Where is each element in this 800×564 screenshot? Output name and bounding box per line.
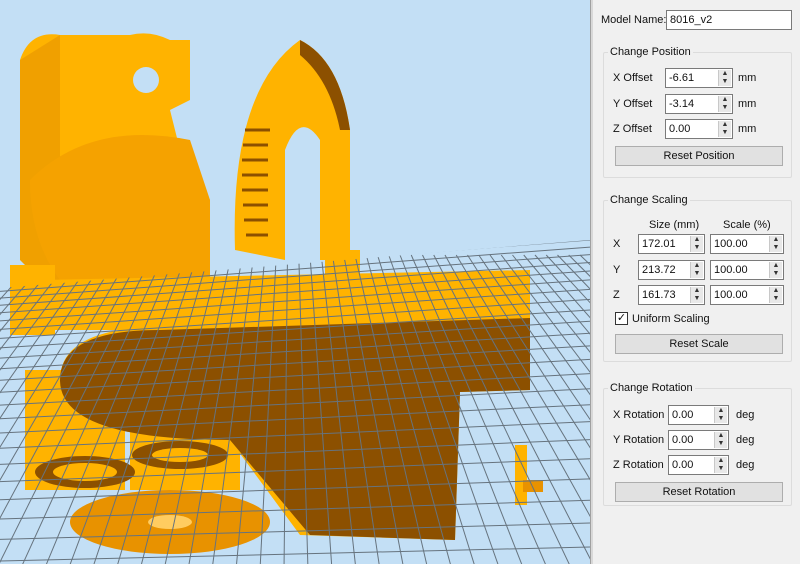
- size-input[interactable]: 172.01 ▲ ▼: [638, 234, 705, 254]
- unit-label: mm: [738, 123, 757, 135]
- change-position-title: Change Position: [608, 46, 693, 58]
- scale-value: 100.00: [714, 238, 748, 250]
- spinner-arrows-icon[interactable]: ▲ ▼: [714, 407, 727, 423]
- position-input[interactable]: 0.00 ▲ ▼: [665, 119, 733, 139]
- spinner-arrows-icon[interactable]: ▲ ▼: [718, 96, 731, 112]
- size-value: 161.73: [642, 289, 676, 301]
- position-label: X Offset: [613, 72, 653, 84]
- grid-line: [568, 254, 590, 564]
- unit-label: deg: [736, 409, 755, 421]
- rotation-input[interactable]: 0.00 ▲ ▼: [668, 430, 729, 450]
- position-label: Z Offset: [613, 123, 652, 135]
- spinner-arrows-icon[interactable]: ▲ ▼: [769, 262, 782, 278]
- spinner-arrows-icon[interactable]: ▲ ▼: [718, 121, 731, 137]
- spinner-arrows-icon[interactable]: ▲ ▼: [718, 70, 731, 86]
- reset-scale-button[interactable]: Reset Scale: [615, 334, 783, 354]
- uniform-scaling-checkbox[interactable]: ✓: [615, 312, 628, 325]
- axis-label: Y: [613, 264, 621, 276]
- axis-label: X: [613, 238, 621, 250]
- unit-label: deg: [736, 459, 755, 471]
- size-input[interactable]: 213.72 ▲ ▼: [638, 260, 705, 280]
- spinner-arrows-icon[interactable]: ▲ ▼: [714, 457, 727, 473]
- scale-input[interactable]: 100.00 ▲ ▼: [710, 260, 784, 280]
- spinner-arrows-icon[interactable]: ▲ ▼: [690, 262, 703, 278]
- model-scene: [0, 33, 590, 564]
- change-scaling-title: Change Scaling: [608, 194, 690, 206]
- reset-rotation-button[interactable]: Reset Rotation: [615, 482, 783, 502]
- uniform-scaling-label: Uniform Scaling: [632, 313, 710, 325]
- mount-hole: [133, 67, 159, 93]
- rotation-value: 0.00: [672, 409, 694, 421]
- position-value: 0.00: [669, 123, 691, 135]
- size-input[interactable]: 161.73 ▲ ▼: [638, 285, 705, 305]
- spinner-arrows-icon[interactable]: ▲ ▼: [769, 287, 782, 303]
- scale-header: Scale (%): [723, 219, 771, 231]
- size-value: 172.01: [642, 238, 676, 250]
- scale-value: 100.00: [714, 289, 748, 301]
- unit-label: mm: [738, 72, 757, 84]
- model-name-input[interactable]: 8016_v2: [666, 10, 792, 30]
- rotation-input[interactable]: 0.00 ▲ ▼: [668, 405, 729, 425]
- unit-label: deg: [736, 434, 755, 446]
- unit-label: mm: [738, 98, 757, 110]
- rotation-value: 0.00: [672, 434, 694, 446]
- position-input[interactable]: -3.14 ▲ ▼: [665, 94, 733, 114]
- axis-label: Z: [613, 289, 620, 301]
- change-rotation-title: Change Rotation: [608, 382, 695, 394]
- scale-input[interactable]: 100.00 ▲ ▼: [710, 234, 784, 254]
- scale-input[interactable]: 100.00 ▲ ▼: [710, 285, 784, 305]
- position-input[interactable]: -6.61 ▲ ▼: [665, 68, 733, 88]
- position-value: -3.14: [669, 98, 695, 110]
- 3d-viewport[interactable]: [0, 0, 590, 564]
- model-name-label: Model Name:: [601, 14, 667, 26]
- scale-value: 100.00: [714, 264, 748, 276]
- rotation-label: X Rotation: [613, 409, 665, 421]
- rotation-label: Z Rotation: [613, 459, 664, 471]
- rotation-label: Y Rotation: [613, 434, 665, 446]
- rotation-value: 0.00: [672, 459, 694, 471]
- model-settings-panel: Model Name: 8016_v2 Change Position X Of…: [593, 0, 800, 564]
- size-value: 213.72: [642, 264, 676, 276]
- reset-position-button[interactable]: Reset Position: [615, 146, 783, 166]
- rotation-input[interactable]: 0.00 ▲ ▼: [668, 455, 729, 475]
- grid-line: [0, 546, 590, 562]
- position-value: -6.61: [669, 72, 695, 84]
- spinner-arrows-icon[interactable]: ▲ ▼: [690, 236, 703, 252]
- size-header: Size (mm): [649, 219, 700, 231]
- spinner-arrows-icon[interactable]: ▲ ▼: [690, 287, 703, 303]
- spinner-arrows-icon[interactable]: ▲ ▼: [769, 236, 782, 252]
- position-label: Y Offset: [613, 98, 653, 110]
- spinner-arrows-icon[interactable]: ▲ ▼: [714, 432, 727, 448]
